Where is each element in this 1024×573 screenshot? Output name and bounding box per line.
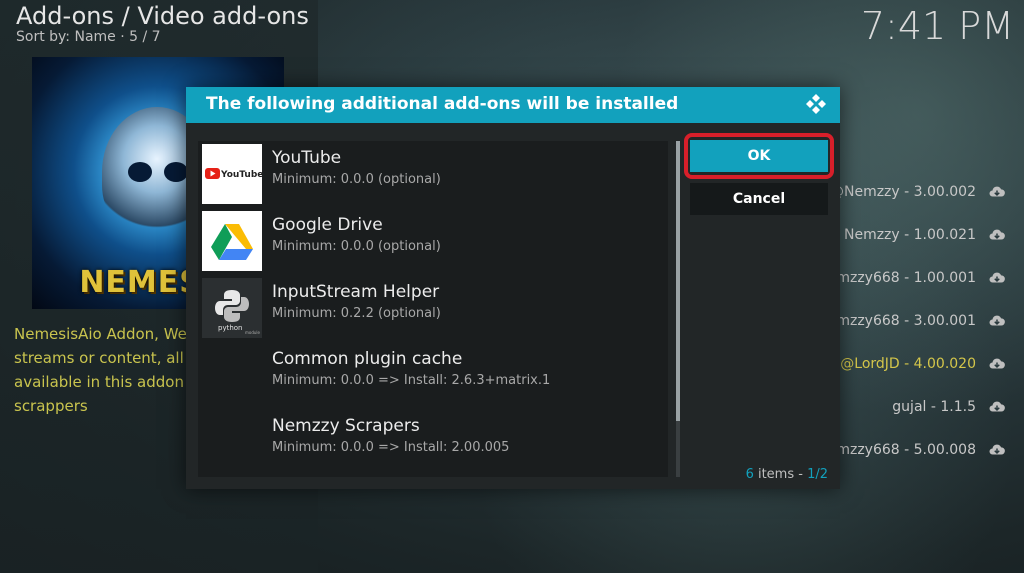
cloud-download-icon bbox=[989, 272, 1005, 283]
list-item[interactable]: YouTube YouTube Minimum: 0.0.0 (optional… bbox=[202, 144, 666, 204]
list-scrollbar[interactable] bbox=[676, 141, 680, 477]
cloud-download-icon bbox=[989, 315, 1005, 326]
item-name: Nemzzy Scrapers bbox=[272, 416, 420, 436]
description-line: scrappers bbox=[14, 397, 88, 415]
skull-eye-left bbox=[128, 162, 152, 182]
ok-button[interactable]: OK bbox=[690, 140, 828, 172]
python-icon-text: python bbox=[218, 324, 243, 332]
breadcrumb: Add-ons / Video add-ons bbox=[16, 2, 309, 30]
list-item[interactable]: Google Drive Minimum: 0.0.0 (optional) bbox=[202, 211, 666, 271]
skull-eye-right bbox=[164, 162, 188, 182]
item-version: Minimum: 0.0.0 (optional) bbox=[272, 239, 441, 254]
addon-description: NemesisAio Addon, We streams or content,… bbox=[14, 322, 194, 418]
item-count-word: items - bbox=[753, 467, 808, 482]
dependency-install-dialog: The following additional add-ons will be… bbox=[186, 87, 840, 489]
description-line: available in this addon is bbox=[14, 373, 194, 391]
background-list-item[interactable]: gujal - 1.1.5 bbox=[892, 397, 1006, 417]
item-count-number: 6 bbox=[745, 467, 754, 482]
background-list-item[interactable]: @Nemzzy - 3.00.002 bbox=[830, 182, 1006, 202]
sort-info: Sort by: Name · 5 / 7 bbox=[16, 29, 161, 45]
google-drive-icon bbox=[202, 211, 262, 271]
item-name: InputStream Helper bbox=[272, 282, 440, 302]
scrollbar-thumb[interactable] bbox=[676, 141, 680, 421]
item-name: YouTube bbox=[272, 148, 342, 168]
youtube-icon: YouTube bbox=[202, 144, 263, 204]
cloud-download-icon bbox=[989, 186, 1005, 197]
item-version: Minimum: 0.0.0 (optional) bbox=[272, 172, 441, 187]
cancel-button[interactable]: Cancel bbox=[690, 183, 828, 215]
dialog-title: The following additional add-ons will be… bbox=[206, 94, 679, 114]
item-name: Common plugin cache bbox=[272, 349, 463, 369]
cloud-download-icon bbox=[989, 229, 1005, 240]
description-line: NemesisAio Addon, We bbox=[14, 325, 187, 343]
dialog-header: The following additional add-ons will be… bbox=[186, 87, 840, 123]
background-list-item[interactable]: c_ , @LordJD - 4.00.020 bbox=[812, 354, 1006, 374]
sort-label[interactable]: Sort by: Name bbox=[16, 29, 116, 45]
cloud-download-icon bbox=[989, 444, 1005, 455]
clock: 7:41 PM bbox=[860, 4, 1014, 48]
description-line: streams or content, all i bbox=[14, 349, 193, 367]
cloud-download-icon bbox=[989, 358, 1005, 369]
background-list-item-text: @Nemzzy - 3.00.002 bbox=[829, 184, 976, 200]
python-icon: python module bbox=[202, 278, 262, 338]
background-list-item-text: gujal - 1.1.5 bbox=[892, 399, 976, 415]
list-position: 5 / 7 bbox=[129, 29, 161, 45]
list-item[interactable]: Common plugin cache Minimum: 0.0.0 => In… bbox=[202, 345, 666, 405]
python-icon-subtext: module bbox=[245, 330, 261, 335]
dependency-list: YouTube YouTube Minimum: 0.0.0 (optional… bbox=[198, 141, 668, 477]
youtube-icon-text: YouTube bbox=[220, 170, 262, 180]
item-name: Google Drive bbox=[272, 215, 383, 235]
list-item[interactable]: python module InputStream Helper Minimum… bbox=[202, 278, 666, 338]
list-item[interactable]: Nemzzy Scrapers Minimum: 0.0.0 => Instal… bbox=[202, 412, 666, 472]
background-addon-list: @Nemzzy - 3.00.002 Nemzzy - 1.00.021 @Ne… bbox=[803, 170, 1024, 470]
item-version: Minimum: 0.0.0 => Install: 2.6.3+matrix.… bbox=[272, 373, 551, 388]
page-indicator: 1/2 bbox=[807, 467, 828, 482]
item-version: Minimum: 0.0.0 => Install: 2.00.005 bbox=[272, 440, 510, 455]
background-list-item-text: Nemzzy - 1.00.021 bbox=[843, 227, 976, 243]
cloud-download-icon bbox=[989, 401, 1005, 412]
item-version: Minimum: 0.2.2 (optional) bbox=[272, 306, 441, 321]
item-count: 6 items - 1/2 bbox=[746, 467, 828, 482]
kodi-logo-icon bbox=[806, 94, 826, 114]
background-list-item[interactable]: Nemzzy - 1.00.021 bbox=[844, 225, 1006, 245]
separator-dot: · bbox=[120, 29, 130, 45]
